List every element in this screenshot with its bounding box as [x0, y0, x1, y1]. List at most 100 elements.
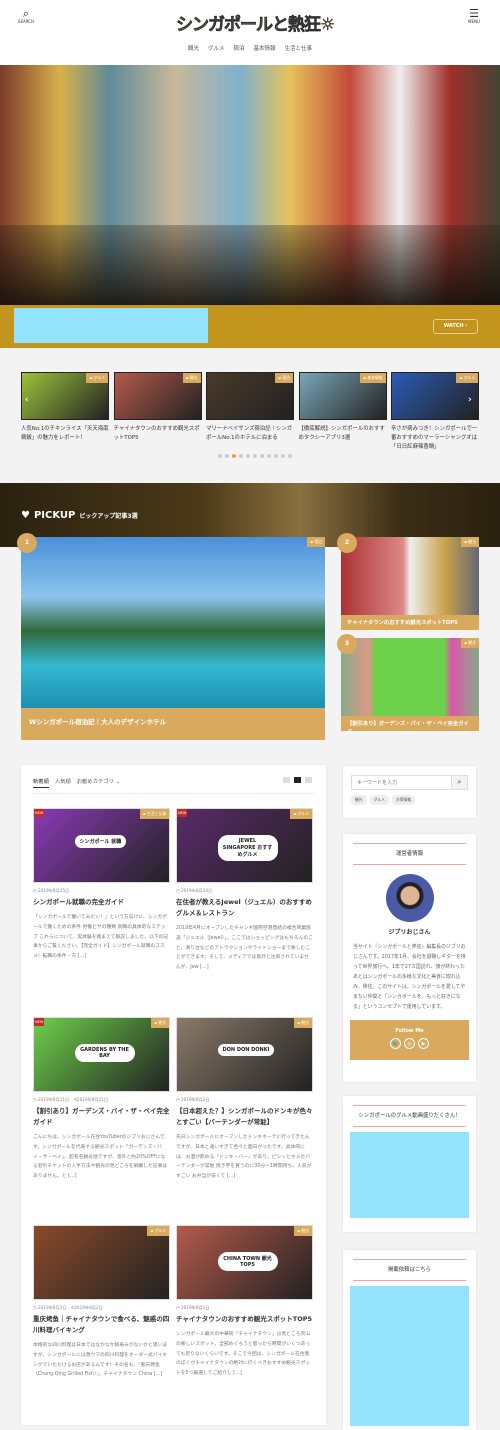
thumbnail-caption: DON DON DONKI [217, 1043, 275, 1056]
carousel-next-button[interactable]: › [468, 395, 472, 405]
twitter-icon[interactable]: 🐦 [390, 1038, 401, 1049]
row-view-icon[interactable] [305, 777, 312, 783]
tag-chip[interactable]: お得情報 [391, 795, 416, 805]
carousel-dot[interactable] [218, 454, 222, 458]
new-badge: NEW [34, 1018, 45, 1026]
heart-icon: ♥ [21, 510, 30, 521]
video-widget: シンガポールのグルメ動画盛りだくさん！ [343, 1096, 476, 1232]
carousel-card[interactable]: ▰ グルメ 辛さが病みつき！シンガポールで一番おすすめのマーラーシャングオは「日日… [391, 372, 479, 452]
tab-2[interactable]: お勧めカテゴリ ⌄ [77, 777, 120, 788]
new-badge: NEW [177, 809, 188, 817]
pickup-title: 【割引あり】ガーデンズ・バイ・ザ・ベイ完全ガイド [347, 721, 469, 735]
keyword-input[interactable] [352, 776, 451, 789]
menu-button[interactable]: ☰ MENU [462, 8, 486, 24]
logo-char: 熱 [288, 15, 306, 36]
carousel-title: チャイナタウンのおすすめ観光スポットTOP5 [113, 426, 200, 441]
follow-box: Follow Me 🐦 ◎ ▶ [350, 1020, 469, 1060]
article-thumbnail: DON DON DONKI ▰ 観光 [176, 1017, 313, 1092]
pickup-thumbnail: ▰ 観光 [341, 638, 479, 716]
category-badge: ▰ 宿泊 [307, 537, 325, 547]
tab-1[interactable]: 人気順 [55, 777, 71, 788]
article-excerpt: 本格的な四川料理は日本ではなかなか馴染みがないかと思いますが、シンガポールには激… [33, 1343, 168, 1378]
article-excerpt: 「シンガポールで働いてみたい！」という方向けに、シンガポールで働くための条件 労… [33, 915, 169, 960]
author-bio: 当サイト『シンガポールと熱狂』編集長のジブリおじさんです。2017年1月、会社を… [353, 944, 466, 1010]
date-text: 2019年8月25日 [38, 888, 70, 893]
carousel-dot[interactable] [225, 454, 229, 458]
pickup-card[interactable]: ▰ 宿泊 Wシンガポール宿泊記｜大人のデザインホテル [21, 537, 325, 740]
search-icon: ⌕ [22, 7, 30, 20]
instagram-icon[interactable]: ◎ [404, 1038, 415, 1049]
pickup-thumbnail: ▰ 宿泊 [21, 537, 325, 708]
carousel-dot[interactable] [239, 454, 243, 458]
article-title: シンガポール就職の完全ガイド [33, 898, 124, 906]
category-badge: ▰ 観光 [182, 373, 201, 383]
thumbnail-caption: JEWEL SINGAPORE おすすめグルメ [217, 834, 278, 861]
new-badge: NEW [34, 809, 45, 817]
article-date: ◷ 2019年8月1日 [176, 1305, 313, 1311]
carousel-dot[interactable] [260, 454, 264, 458]
site-header: ⌕ SEARCH シンガポールと熱狂☼ ☰ MENU 観光 グルメ 宿泊 基本情報 生活と仕… [0, 0, 500, 65]
carousel-card[interactable]: ▰ グルメ人気No.1のチキンライス「天天海南鶏飯」の魅力をレポート！ [21, 372, 109, 443]
list-view-icon[interactable] [283, 777, 290, 783]
carousel-dot[interactable] [232, 454, 236, 458]
carousel-prev-button[interactable]: ‹ [25, 395, 29, 405]
article-thumbnail: CHINA TOWN 観光TOP5 ▰ 観光 [176, 1225, 313, 1300]
ad-banner[interactable] [14, 308, 208, 343]
logo-char: ガ [208, 15, 226, 36]
request-banner[interactable] [350, 1286, 469, 1426]
youtube-icon[interactable]: ▶ [418, 1038, 429, 1049]
video-embed[interactable] [350, 1132, 469, 1218]
article-card[interactable]: JEWEL SINGAPORE おすすめグルメ NEW ▰ グルメ ◷ 2019年8月… [176, 808, 313, 973]
carousel-dot[interactable] [274, 454, 278, 458]
site-logo[interactable]: シンガポールと熱狂☼ [176, 10, 336, 36]
tag-chip[interactable]: グルメ [369, 795, 389, 805]
carousel-title: 【徹底解説】シンガポールのおすすめタクシーアプリ3選 [298, 426, 385, 441]
tab-0[interactable]: 新着順 [33, 777, 49, 788]
widget-title: 運営者情報 [353, 843, 466, 865]
article-title: 在住者が教えるJewel（ジュエル）のおすすめグルメ＆レストラン [176, 898, 312, 917]
article-card[interactable]: GARDENS BY THE BAY NEW ▰ 観光 ◷ 2019年8月21日 ⟲2… [33, 1017, 170, 1182]
carousel-title: 辛さが病みつき！シンガポールで一番おすすめのマーラーシャングオは「日日紅麻辣香鍋… [391, 426, 478, 450]
carousel-dot[interactable] [267, 454, 271, 458]
carousel-dot[interactable] [281, 454, 285, 458]
article-card[interactable]: ▰ グルメ ◷ 2019年8月2日 ⟲2019年8月2日 重庆烤鱼｜チャイナタウンで… [33, 1225, 170, 1380]
carousel-dot[interactable] [288, 454, 292, 458]
logo-char: ポ [224, 15, 242, 36]
carousel-card[interactable]: ▰ 観光チャイナタウンのおすすめ観光スポットTOP5 [113, 372, 202, 443]
nav-item[interactable]: 宿泊 [233, 44, 244, 52]
search-button[interactable]: ⌕ SEARCH [14, 8, 38, 24]
category-badge: ▰ 観光 [294, 1018, 312, 1028]
carousel-card[interactable]: ▰ 基本情報 【徹底解説】シンガポールのおすすめタクシーアプリ3選 [298, 372, 387, 443]
article-title: 【割引あり】ガーデンズ・バイ・ザ・ベイ完全ガイド [33, 1107, 170, 1126]
carousel-dot[interactable] [246, 454, 250, 458]
carousel-title: 人気No.1のチキンライス「天天海南鶏飯」の魅力をレポート！ [21, 426, 109, 441]
category-badge: ▰ グルメ [86, 373, 108, 383]
carousel-card[interactable]: ▰ 宿泊 マリーナベイサンズ宿泊記｜シンガポールNo.1のホテルに泊まる [206, 372, 294, 443]
hero-image[interactable] [0, 65, 500, 305]
article-card[interactable]: シンガポール 就職 NEW ▰ 生活と仕事 ◷ 2019年8月25日 シンガポール就職の… [33, 808, 170, 962]
profile-widget: 運営者情報 ジブリおじさん 当サイト『シンガポールと熱狂』編集長のジブリおじさん… [343, 834, 476, 1082]
article-card[interactable]: CHINA TOWN 観光TOP5 ▰ 観光 ◷ 2019年8月1日 チャイナタウンの… [176, 1225, 313, 1379]
article-card[interactable]: DON DON DONKI ▰ 観光 ◷ 2019年8月2日 【日本超えた？】シンガポ… [176, 1017, 313, 1182]
article-excerpt: こんにちは、シンガポール在住YouTuberのジブリおじさんです。シンガポールを… [33, 1135, 168, 1180]
grid-view-icon[interactable] [294, 777, 301, 783]
category-badge: ▰ 観光 [461, 638, 479, 648]
nav-item[interactable]: 基本情報 [254, 44, 276, 52]
rank-badge: 2 [337, 533, 357, 553]
tag-chip[interactable]: 観光 [351, 795, 367, 805]
search-submit-button[interactable]: ⌕ [451, 776, 467, 789]
watch-button[interactable]: WATCH › [433, 319, 478, 334]
global-nav: 観光 グルメ 宿泊 基本情報 生活と仕事 [0, 44, 500, 52]
logo-char: ー [240, 15, 258, 36]
date-text: 2019年8月24日 [181, 888, 213, 893]
article-date: ◷ 2019年8月2日 [176, 1097, 313, 1103]
pickup-card[interactable]: ▰ 観光 チャイナタウンのおすすめ観光スポットTOP5 [341, 537, 479, 630]
pickup-card[interactable]: ▰ 観光【割引あり】ガーデンズ・バイ・ザ・ベイ完全ガイド [341, 638, 479, 735]
carousel-dot[interactable] [253, 454, 257, 458]
article-title: 重庆烤鱼｜チャイナタウンで食べる、魅惑の四川料理バイキング [33, 1315, 170, 1334]
nav-item[interactable]: 生活と仕事 [285, 44, 313, 52]
nav-item[interactable]: グルメ [208, 44, 225, 52]
rank-badge: 3 [337, 634, 357, 654]
nav-item[interactable]: 観光 [188, 44, 199, 52]
category-badge: ▰ 生活と仕事 [139, 809, 169, 819]
